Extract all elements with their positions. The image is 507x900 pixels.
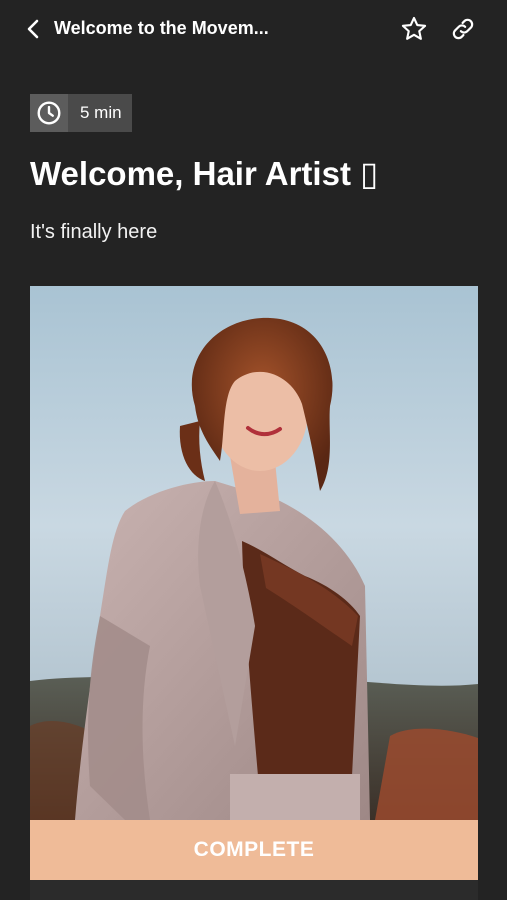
bottom-edge xyxy=(30,880,478,900)
back-button[interactable] xyxy=(20,16,46,42)
hero-image xyxy=(30,286,478,820)
favorite-button[interactable] xyxy=(399,14,429,44)
chevron-left-icon xyxy=(27,19,39,39)
lesson-subtitle: It's finally here xyxy=(30,221,158,243)
clock-icon xyxy=(37,101,61,125)
lesson-screen: Welcome to the Movem... 5 min Welcome, H… xyxy=(0,0,507,900)
complete-button[interactable]: COMPLETE xyxy=(30,820,478,880)
duration-badge: 5 min xyxy=(30,94,132,132)
lesson-heading: Welcome, Hair Artist ▯ xyxy=(30,155,379,192)
duration-text: 5 min xyxy=(68,94,132,132)
clock-icon-box xyxy=(30,94,68,132)
page-title: Welcome to the Movem... xyxy=(54,18,269,38)
share-link-button[interactable] xyxy=(448,14,478,44)
star-outline-icon xyxy=(401,16,427,40)
top-bar: Welcome to the Movem... xyxy=(0,0,507,56)
link-icon xyxy=(452,18,474,40)
